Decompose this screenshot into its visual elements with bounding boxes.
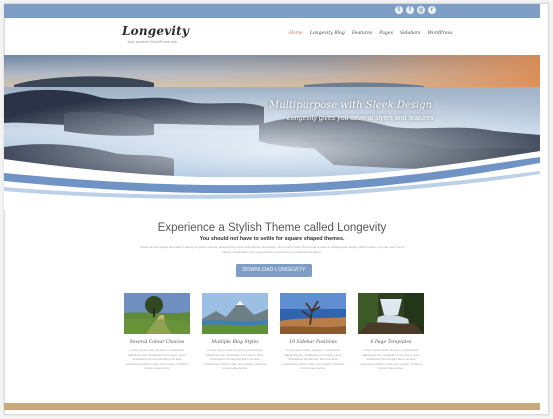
intro-body: Clean simple design with with a variety …	[140, 245, 404, 254]
nav-item-pages[interactable]: Pages	[379, 31, 393, 36]
top-bar: t f g r	[4, 4, 540, 18]
feature-image-colour[interactable]	[124, 293, 190, 334]
nav-item-features[interactable]: Features	[352, 31, 372, 36]
feature-card: 19 Sidebar Positions Lorem ipsum dolor s…	[280, 293, 346, 371]
feature-card: 6 Page Templates Lorem ipsum dolor sit a…	[358, 293, 424, 371]
feature-text: Lorem ipsum dolor sit amet, consectetur …	[359, 348, 423, 370]
feature-title: Several Colour Choices	[129, 340, 185, 345]
feature-card: Several Colour Choices Lorem ipsum dolor…	[124, 293, 190, 371]
google-plus-icon[interactable]: g	[417, 6, 425, 14]
hero-subtitle: Longevity gives you several styles and f…	[287, 115, 434, 122]
feature-text: Lorem ipsum dolor sit amet, consectetur …	[281, 348, 345, 370]
facebook-icon[interactable]: f	[406, 6, 414, 14]
main-nav: Home Longevity Blog Features Pages Sideb…	[289, 31, 453, 36]
feature-title: 6 Page Templates	[370, 340, 412, 345]
site-title[interactable]: Longevity	[122, 24, 189, 38]
social-links: t f g r	[395, 6, 436, 14]
hero-slider: Multipurpose with Sleek Design Longevity…	[4, 55, 540, 210]
feature-image-blog[interactable]	[202, 293, 268, 334]
footer-bar	[4, 403, 540, 410]
hero-title: Multipurpose with Sleek Design	[269, 100, 432, 111]
rss-icon[interactable]: r	[428, 6, 436, 14]
feature-image-templates[interactable]	[358, 293, 424, 334]
site-tagline: Just another WordPress site	[127, 39, 178, 44]
nav-item-home[interactable]: Home	[289, 31, 303, 36]
intro-heading: Experience a Stylish Theme called Longev…	[157, 222, 387, 234]
nav-item-wordpress[interactable]: WordPress	[427, 31, 452, 36]
feature-card: Multiple Blog Styles Lorem ipsum dolor s…	[202, 293, 268, 371]
download-button[interactable]: DOWNLOAD LONGEVITY	[236, 264, 312, 277]
feature-title: Multiple Blog Styles	[211, 340, 259, 345]
site-logo[interactable]: Longevity Just another WordPress site	[122, 24, 189, 44]
feature-text: Lorem ipsum dolor sit amet, consectetur …	[125, 348, 189, 370]
hero-image	[4, 55, 540, 210]
nav-item-longevity-blog[interactable]: Longevity Blog	[310, 31, 345, 36]
intro-subheading: You should not have to settle for square…	[199, 236, 345, 242]
intro-section: Experience a Stylish Theme called Longev…	[4, 221, 540, 254]
feature-text: Lorem ipsum dolor sit amet, consectetur …	[203, 348, 267, 370]
feature-image-sidebar[interactable]	[280, 293, 346, 334]
twitter-icon[interactable]: t	[395, 6, 403, 14]
feature-title: 19 Sidebar Positions	[289, 340, 337, 345]
nav-item-sidebars[interactable]: Sidebars	[400, 31, 421, 36]
